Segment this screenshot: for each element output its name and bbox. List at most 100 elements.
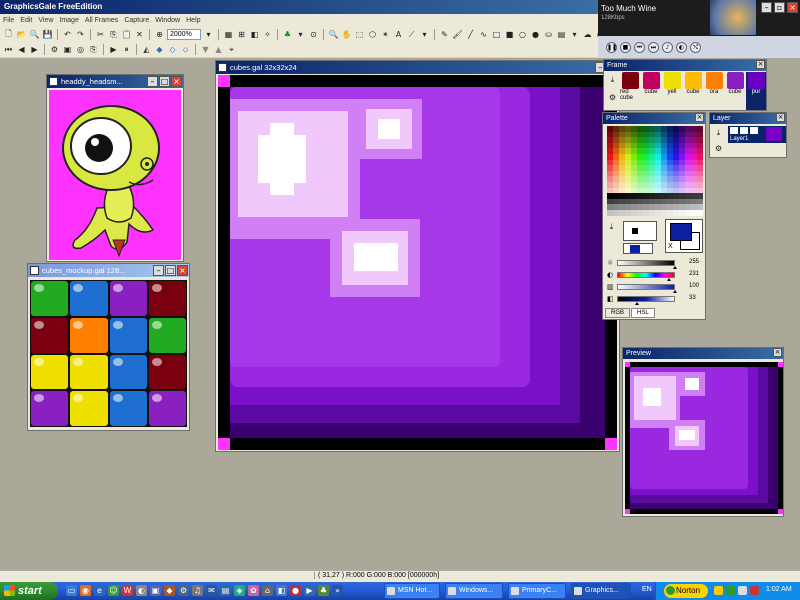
taskbar-task[interactable]: Windows... [445, 583, 503, 599]
slider-thumb[interactable] [673, 266, 677, 269]
paste-icon[interactable]: 📋 [121, 29, 132, 40]
volume-icon[interactable]: ◐ [676, 41, 687, 53]
color-mode-select[interactable] [623, 243, 653, 254]
slider-thumb[interactable] [673, 290, 677, 293]
menu-help[interactable]: Help [186, 14, 200, 27]
frame-item[interactable]: pur [746, 72, 766, 110]
language-indicator[interactable]: EN [642, 586, 652, 593]
frame-item[interactable]: yell [662, 72, 682, 110]
undo-icon[interactable]: ↶ [62, 29, 73, 40]
app-icon[interactable]: ✉ [206, 585, 217, 596]
close-icon[interactable]: × [776, 113, 785, 122]
maximize-icon[interactable]: □ [159, 76, 170, 87]
minimize-icon[interactable]: – [147, 76, 158, 87]
brush-icon[interactable]: 🖌 [452, 29, 463, 40]
app-icon[interactable]: ◧ [276, 585, 287, 596]
desktop-icon[interactable]: ▭ [66, 585, 77, 596]
grid-settings-icon[interactable]: ⊞ [236, 29, 247, 40]
ie-icon[interactable]: e [94, 585, 105, 596]
frame-panel-title-bar[interactable]: Frame × [604, 60, 766, 71]
magic-wand-icon[interactable]: ✴ [380, 29, 391, 40]
next-track-icon[interactable]: ⏭ [648, 41, 659, 53]
close-icon[interactable]: × [695, 113, 704, 122]
browse-icon[interactable]: 🔍 [29, 29, 40, 40]
brush-size-icon[interactable]: ⊙ [308, 29, 319, 40]
rect-fill-icon[interactable]: ■ [504, 29, 515, 40]
app-icon[interactable]: ♫ [192, 585, 203, 596]
menu-file[interactable]: File [3, 14, 14, 27]
select-color-icon[interactable]: ◆ [154, 44, 165, 55]
frame-settings-icon[interactable]: ⚙ [49, 44, 60, 55]
layer-panel-title-bar[interactable]: Layer × [710, 113, 786, 124]
layer-visibility-icon[interactable] [730, 127, 738, 134]
frame-copy-icon[interactable]: ⎘ [88, 44, 99, 55]
layer-tools-icon[interactable]: ⚙ [713, 143, 724, 154]
select-rect-icon[interactable]: ⬚ [354, 29, 365, 40]
frame-item[interactable]: red cube [620, 72, 640, 110]
close-icon[interactable]: × [773, 348, 782, 357]
expand-icon[interactable]: » [332, 585, 343, 596]
close-icon[interactable]: × [756, 60, 765, 69]
color-slider[interactable]: ◧ 33 [607, 294, 703, 305]
headddy-canvas[interactable] [49, 90, 181, 260]
curve-icon[interactable]: ∿ [478, 29, 489, 40]
dropper-icon[interactable]: ⟋ [406, 29, 417, 40]
cubes-title-bar[interactable]: cubes.gal 32x32x24 – □ [216, 61, 619, 74]
app-icon[interactable]: ▣ [150, 585, 161, 596]
pause-icon[interactable]: ❚❚ [606, 41, 617, 53]
color-slider[interactable]: ◐ 231 [607, 270, 703, 281]
pause-icon[interactable]: ⏸ [121, 44, 132, 55]
selected-color-box[interactable]: X [665, 219, 703, 253]
shuffle-icon[interactable]: ⤭ [690, 41, 701, 53]
fill-bucket-icon[interactable]: ⛀ [543, 29, 554, 40]
frame-prop-icon[interactable]: ▣ [62, 44, 73, 55]
taskbar-task[interactable]: PrimaryC... [508, 583, 566, 599]
first-frame-icon[interactable]: ⏮ [3, 44, 14, 55]
transparency-icon[interactable]: ◭ [141, 44, 152, 55]
prev-frame-icon[interactable]: ◀ [16, 44, 27, 55]
tray-network-icon[interactable] [726, 586, 735, 595]
layer-link-icon[interactable] [750, 127, 758, 134]
move-up-icon[interactable]: ▲ [213, 44, 224, 55]
taskbar-task[interactable]: MSN Hot... [384, 583, 440, 599]
close-icon[interactable]: × [787, 2, 798, 13]
menu-edit[interactable]: Edit [20, 14, 32, 27]
app-icon[interactable]: ♣ [318, 585, 329, 596]
palette-panel-title-bar[interactable]: Palette × [603, 113, 705, 124]
replace-color-icon[interactable]: ◇ [167, 44, 178, 55]
cubes-pixel-canvas[interactable] [218, 75, 617, 450]
start-button[interactable]: start [0, 582, 58, 600]
palette-swatch-grid[interactable] [607, 126, 703, 216]
play-icon[interactable]: ▶ [108, 44, 119, 55]
new-file-icon[interactable]: 🗋 [3, 29, 14, 40]
effect-icon[interactable]: ✧ [262, 29, 273, 40]
slider-thumb[interactable] [634, 302, 639, 305]
app-icon[interactable]: ▤ [220, 585, 231, 596]
text-icon[interactable]: A [393, 29, 404, 40]
chevron-down-icon[interactable]: ▾ [203, 29, 214, 40]
frame-tools-icon[interactable]: ⚙ [607, 92, 618, 103]
app-icon[interactable]: ⌂ [262, 585, 273, 596]
app-icon[interactable]: ● [290, 585, 301, 596]
swap-colors-label[interactable]: X [668, 243, 673, 250]
color-adjust-icon[interactable]: ♣ [282, 29, 293, 40]
menu-image[interactable]: Image [59, 14, 78, 27]
zoom-select[interactable]: 2000% [167, 29, 201, 40]
open-folder-icon[interactable]: 📂 [16, 29, 27, 40]
restore-icon[interactable]: ▫ [774, 2, 785, 13]
delete-icon[interactable]: ✕ [134, 29, 145, 40]
maximize-icon[interactable]: □ [165, 265, 176, 276]
select-free-icon[interactable]: ⬡ [367, 29, 378, 40]
app-icon[interactable]: W [122, 585, 133, 596]
foreground-color-box[interactable] [623, 221, 657, 241]
layer-add-icon[interactable]: ⤓ [713, 127, 724, 138]
app-icon[interactable]: ◈ [234, 585, 245, 596]
slider-track[interactable] [617, 296, 675, 302]
app-icon[interactable]: ◐ [136, 585, 147, 596]
app-icon[interactable]: ⚙ [178, 585, 189, 596]
airbrush-icon[interactable]: ☁ [582, 29, 593, 40]
rect-outline-icon[interactable]: □ [491, 29, 502, 40]
minimize-icon[interactable]: – [153, 265, 164, 276]
layer-lock-icon[interactable] [740, 127, 748, 134]
taskbar-task[interactable]: Graphics... [571, 583, 631, 599]
